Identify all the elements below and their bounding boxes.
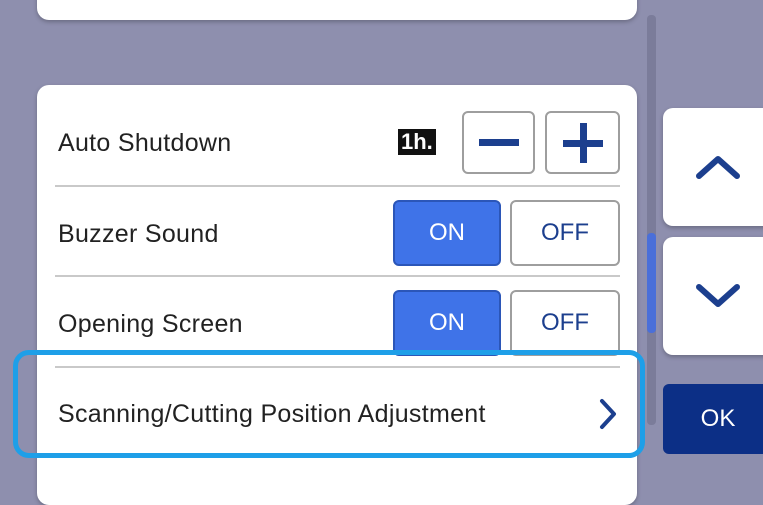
buzzer-on-button[interactable]: ON: [393, 200, 501, 266]
minus-icon: [478, 138, 519, 146]
increase-button[interactable]: [545, 111, 620, 174]
opening-screen-on-button[interactable]: ON: [393, 290, 501, 356]
decrease-button[interactable]: [462, 111, 535, 174]
scrollbar-thumb[interactable]: [647, 233, 656, 333]
auto-shutdown-label: Auto Shutdown: [58, 129, 232, 157]
buzzer-sound-row: Buzzer Sound ON OFF: [37, 187, 637, 275]
previous-settings-panel: [37, 0, 637, 20]
buzzer-sound-label: Buzzer Sound: [58, 220, 219, 248]
scroll-down-button[interactable]: [663, 237, 763, 355]
chevron-up-icon: [696, 156, 740, 179]
auto-shutdown-value: 1h.: [398, 129, 436, 155]
scrollbar-track[interactable]: [647, 15, 656, 425]
chevron-down-icon: [696, 284, 740, 307]
opening-screen-off-button[interactable]: OFF: [510, 290, 620, 356]
selection-highlight: [13, 350, 645, 458]
auto-shutdown-row: Auto Shutdown 1h.: [37, 85, 637, 185]
opening-screen-label: Opening Screen: [58, 310, 243, 338]
scroll-up-button[interactable]: [663, 108, 763, 226]
buzzer-off-button[interactable]: OFF: [510, 200, 620, 266]
ok-button[interactable]: OK: [663, 384, 763, 454]
plus-icon: [562, 122, 603, 163]
